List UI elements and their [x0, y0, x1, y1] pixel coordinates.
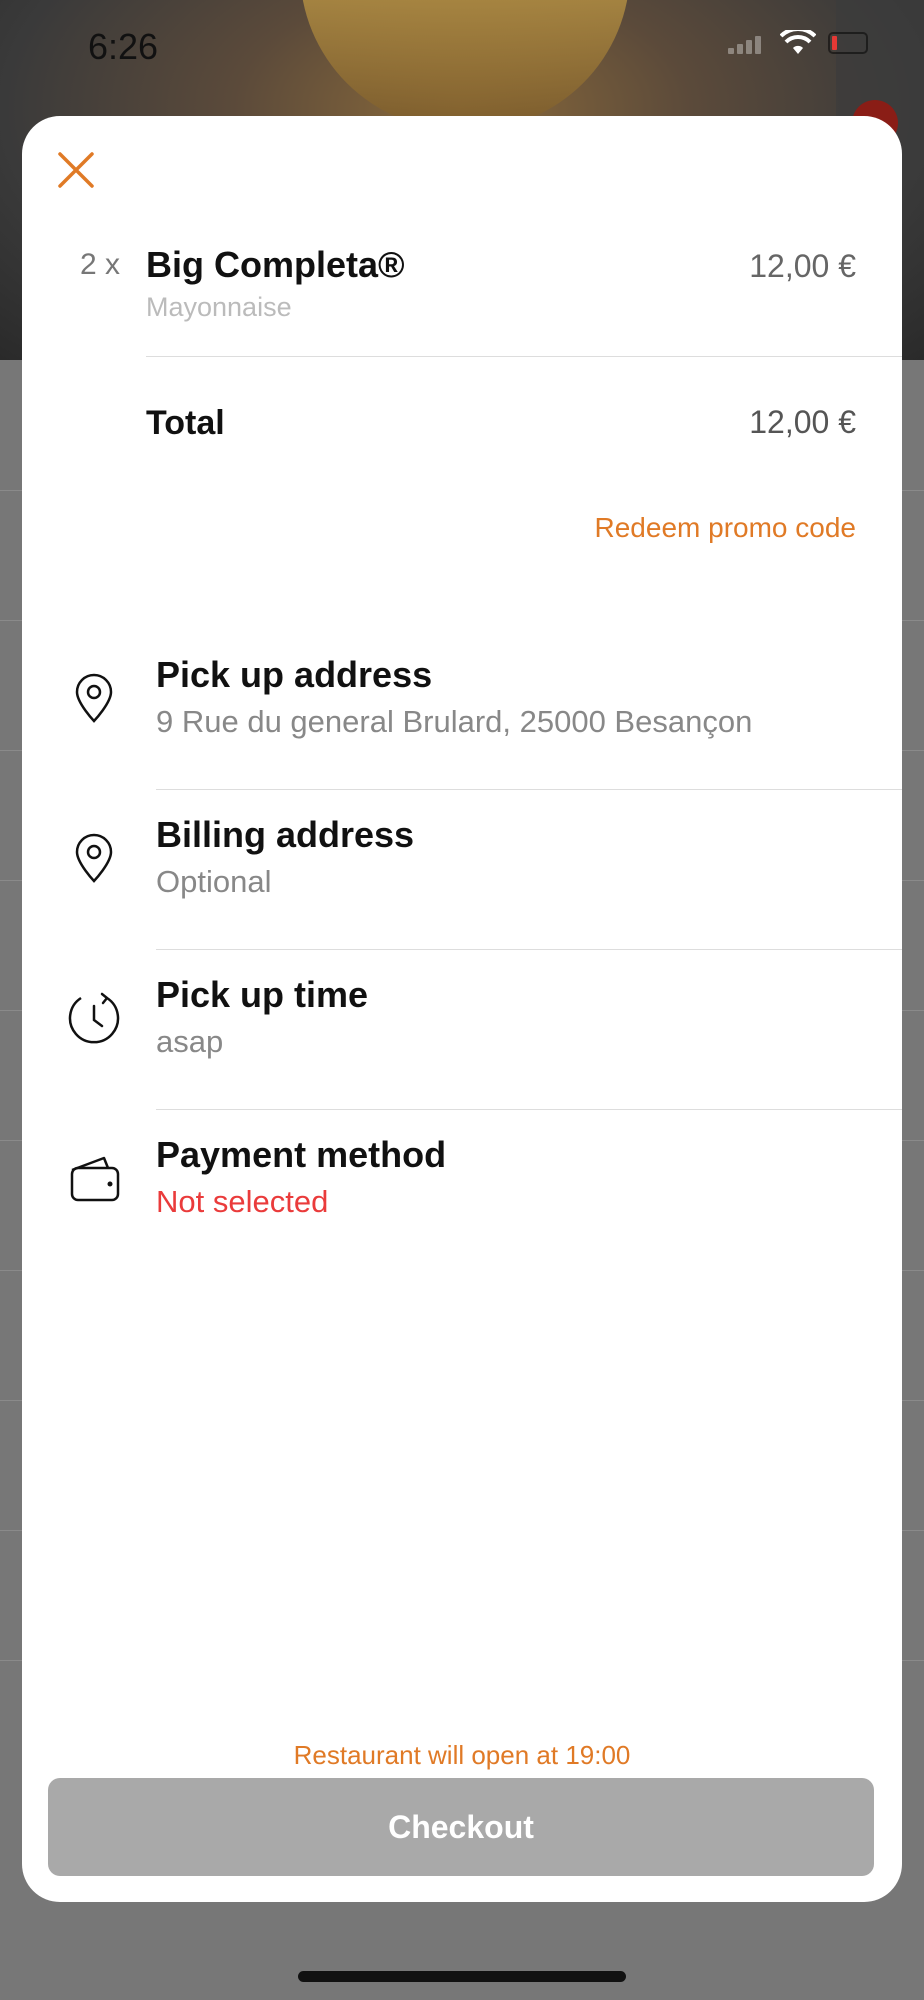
wifi-icon — [780, 30, 816, 54]
close-icon — [58, 152, 94, 188]
wallet-icon — [70, 1156, 120, 1202]
redeem-promo-code-link[interactable]: Redeem promo code — [595, 512, 856, 544]
opening-time-notice: Restaurant will open at 19:00 — [293, 1740, 631, 1770]
total-value: 12,00 € — [749, 404, 856, 440]
billing-address-value: Optional — [156, 864, 272, 899]
divider — [146, 356, 902, 357]
payment-method-title: Payment method — [156, 1134, 447, 1175]
item-price: 12,00 € — [749, 248, 856, 284]
billing-address-row[interactable]: Billing address Optional — [22, 790, 902, 950]
payment-method-value: Not selected — [156, 1184, 329, 1219]
clock-icon — [68, 992, 120, 1044]
status-time: 6:26 — [88, 26, 159, 67]
billing-address-title: Billing address — [156, 814, 415, 855]
burger-photo — [300, 0, 630, 130]
total-label: Total — [146, 404, 225, 442]
payment-method-row[interactable]: Payment method Not selected — [22, 1110, 902, 1270]
pickup-address-value: 9 Rue du general Brulard, 25000 Besançon — [156, 704, 753, 739]
pickup-time-value: asap — [156, 1024, 224, 1059]
pickup-address-title: Pick up address — [156, 654, 433, 695]
battery-icon — [828, 32, 868, 54]
home-indicator — [298, 1971, 626, 1982]
order-summary-modal: 2 x Big Completa® Mayonnaise 12,00 € Tot… — [22, 116, 902, 1902]
close-button[interactable] — [52, 146, 100, 194]
pickup-address-row[interactable]: Pick up address 9 Rue du general Brulard… — [22, 630, 902, 790]
item-name: Big Completa® — [146, 244, 405, 285]
item-option: Mayonnaise — [146, 292, 292, 322]
checkout-button[interactable]: Checkout — [48, 1778, 874, 1876]
cellular-signal-icon — [728, 32, 768, 54]
location-pin-icon — [75, 833, 113, 883]
location-pin-icon — [75, 673, 113, 723]
cart-item-row[interactable]: 2 x Big Completa® Mayonnaise 12,00 € — [22, 244, 902, 344]
pickup-time-row[interactable]: Pick up time asap — [22, 950, 902, 1110]
status-icons — [728, 30, 868, 56]
pickup-time-title: Pick up time — [156, 974, 369, 1015]
item-quantity: 2 x — [80, 248, 121, 281]
